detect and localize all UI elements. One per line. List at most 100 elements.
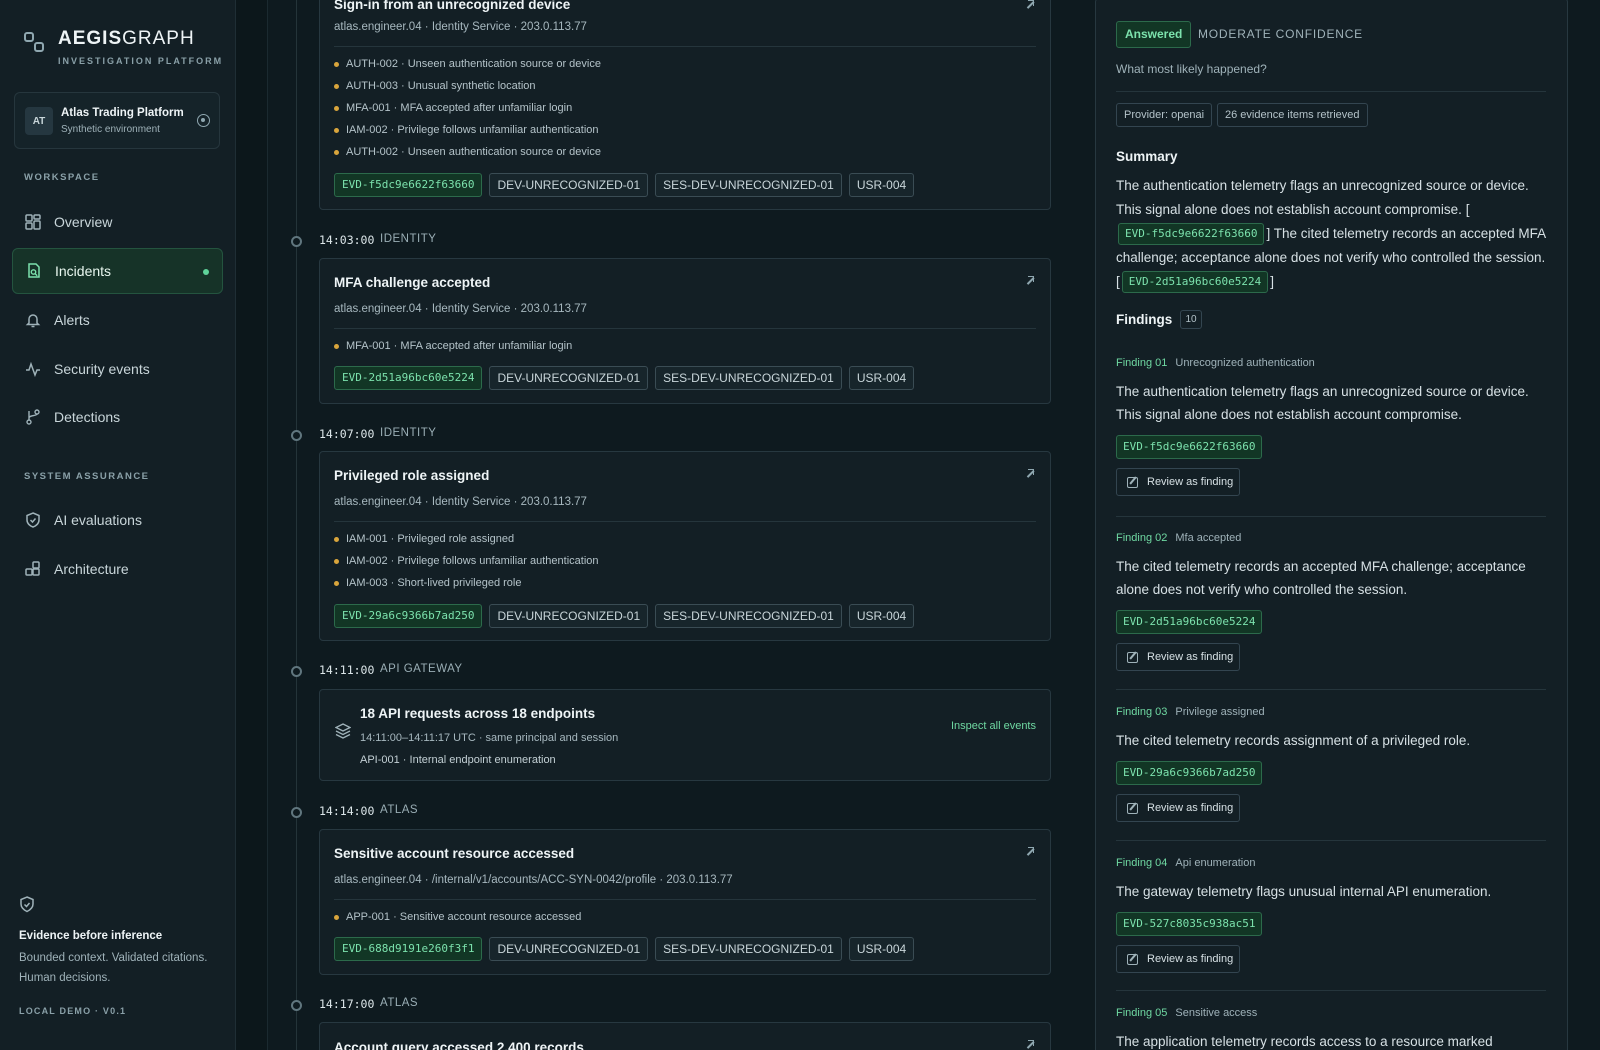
evidence-tag[interactable]: EVD-29a6c9366b7ad250 [1116, 761, 1263, 785]
finding-text: The authentication telemetry flags an un… [1116, 384, 1529, 422]
event-time: 14:14:00 [319, 804, 375, 818]
divider [334, 899, 1036, 900]
edit-icon [1127, 651, 1138, 663]
finding-label: Privilege assigned [1175, 706, 1265, 718]
event-category: ATLAS [380, 804, 419, 816]
entity-tag[interactable]: DEV-UNRECOGNIZED-01 [489, 173, 649, 197]
aggregated-event-card[interactable]: 18 API requests across 18 endpoints 14:1… [319, 689, 1051, 781]
timeline-dot [291, 807, 302, 818]
entity-tag[interactable]: SES-DEV-UNRECOGNIZED-01 [655, 937, 842, 961]
event-category: IDENTITY [380, 427, 437, 439]
entity-tag[interactable]: USR-004 [848, 604, 915, 628]
footer-description: Bounded context. Validated citations. Hu… [19, 952, 208, 984]
org-switcher[interactable]: AT Atlas Trading Platform Synthetic envi… [14, 92, 220, 149]
event-card[interactable]: Sign-in from an unrecognized device atla… [319, 0, 1051, 210]
entity-tag[interactable]: USR-004 [848, 173, 915, 197]
nav-item-architecture[interactable]: Architecture [12, 546, 223, 592]
nav-item-overview[interactable]: Overview [12, 199, 223, 245]
event-rule: API-001 · Internal endpoint enumeration [360, 754, 556, 766]
finding-number: Finding 02 [1116, 532, 1168, 544]
entity-tag[interactable]: USR-004 [848, 366, 915, 390]
event-title: Sensitive account resource accessed [334, 846, 575, 861]
nav-label: Alerts [54, 312, 90, 328]
brand-name: AEGISGRAPH [58, 28, 195, 49]
nav-item-security-events[interactable]: Security events [12, 346, 223, 392]
finding-item: Finding 05 Sensitive access The applicati… [1116, 1007, 1546, 1050]
evidence-tag[interactable]: EVD-527c8035c938ac51 [1116, 912, 1263, 936]
event-card[interactable]: MFA challenge accepted atlas.engineer.04… [319, 258, 1051, 404]
signal-list: APP-001 · Sensitive account resource acc… [334, 906, 581, 928]
review-as-finding-button[interactable]: Review as finding [1116, 794, 1240, 822]
evidence-tag[interactable]: EVD-2d51a96bc60e5224 [334, 366, 483, 390]
entity-tag[interactable]: DEV-UNRECOGNIZED-01 [489, 604, 649, 628]
signal-item: IAM-001 · Privileged role assigned [334, 528, 599, 550]
event-meta: atlas.engineer.04 · /internal/v1/account… [334, 874, 733, 886]
signal-list: MFA-001 · MFA accepted after unfamiliar … [334, 335, 572, 357]
event-time: 14:17:00 [319, 997, 375, 1011]
evidence-tag[interactable]: EVD-f5dc9e6622f63660 [1116, 435, 1263, 459]
finding-label: Sensitive access [1175, 1007, 1258, 1019]
divider [1116, 840, 1546, 841]
provider-chip: Provider: openai [1116, 103, 1213, 127]
review-as-finding-button[interactable]: Review as finding [1116, 643, 1240, 671]
pulse-icon [25, 361, 41, 377]
divider [1116, 516, 1546, 517]
entity-tag[interactable]: SES-DEV-UNRECOGNIZED-01 [655, 366, 842, 390]
event-category: API GATEWAY [380, 663, 463, 675]
open-external-icon[interactable] [1025, 1040, 1034, 1049]
nav-section-workspace: WORKSPACE [24, 172, 100, 183]
brand-subtitle: INVESTIGATION PLATFORM [58, 56, 224, 66]
divider [1116, 91, 1546, 92]
edit-icon [1127, 953, 1138, 965]
evidence-tag[interactable]: EVD-688d9191e260f3f1 [334, 937, 483, 961]
entity-tag[interactable]: DEV-UNRECOGNIZED-01 [489, 366, 649, 390]
finding-number: Finding 01 [1116, 357, 1168, 369]
evidence-count-chip: 26 evidence items retrieved [1217, 103, 1368, 127]
finding-item: Finding 02 Mfa accepted The cited telemet… [1116, 532, 1546, 671]
finding-number: Finding 04 [1116, 857, 1168, 869]
event-category: IDENTITY [380, 233, 437, 245]
brand[interactable]: AEGISGRAPH INVESTIGATION PLATFORM [24, 28, 223, 66]
entity-tag[interactable]: USR-004 [848, 937, 915, 961]
review-as-finding-button[interactable]: Review as finding [1116, 945, 1240, 973]
finding-number: Finding 05 [1116, 1007, 1168, 1019]
divider [334, 328, 1036, 329]
aegisgraph-logo-icon [24, 32, 46, 54]
nav-item-alerts[interactable]: Alerts [12, 297, 223, 343]
signal-item: APP-001 · Sensitive account resource acc… [334, 906, 581, 928]
signal-item: IAM-002 · Privilege follows unfamiliar a… [334, 550, 599, 572]
open-external-icon[interactable] [1025, 469, 1034, 478]
org-environment: Synthetic environment [61, 124, 160, 135]
nav-item-incidents[interactable]: Incidents [12, 248, 223, 294]
finding-text: The cited telemetry records assignment o… [1116, 733, 1471, 748]
event-card[interactable]: Privileged role assigned atlas.engineer.… [319, 451, 1051, 641]
open-external-icon[interactable] [1025, 276, 1034, 285]
entity-tag[interactable]: SES-DEV-UNRECOGNIZED-01 [655, 604, 842, 628]
shield-icon [19, 896, 35, 917]
open-external-icon[interactable] [1025, 0, 1034, 9]
evidence-tag[interactable]: EVD-2d51a96bc60e5224 [1116, 610, 1263, 634]
nav-item-detections[interactable]: Detections [12, 394, 223, 440]
status-badge: Answered [1116, 21, 1192, 48]
switch-org-icon[interactable] [197, 114, 210, 127]
blocks-icon [25, 561, 41, 577]
signal-item: MFA-001 · MFA accepted after unfamiliar … [334, 97, 601, 119]
event-card[interactable]: Sensitive account resource accessed atla… [319, 829, 1051, 975]
timeline-dot [291, 666, 302, 677]
summary-heading: Summary [1116, 149, 1178, 164]
event-card[interactable]: Account query accessed 2,400 records [319, 1022, 1051, 1050]
evidence-tag[interactable]: EVD-29a6c9366b7ad250 [334, 604, 483, 628]
inspect-all-events-link[interactable]: Inspect all events [951, 720, 1036, 732]
entity-tag[interactable]: SES-DEV-UNRECOGNIZED-01 [655, 173, 842, 197]
timeline-dot [291, 1000, 302, 1011]
citation-tag[interactable]: EVD-f5dc9e6622f63660 [1118, 223, 1265, 246]
entity-tag[interactable]: DEV-UNRECOGNIZED-01 [489, 937, 649, 961]
open-external-icon[interactable] [1025, 847, 1034, 856]
evidence-tag[interactable]: EVD-f5dc9e6622f63660 [334, 173, 483, 197]
finding-number: Finding 03 [1116, 706, 1168, 718]
event-title: Account query accessed 2,400 records [334, 1040, 584, 1050]
citation-tag[interactable]: EVD-2d51a96bc60e5224 [1121, 271, 1269, 294]
review-as-finding-button[interactable]: Review as finding [1116, 468, 1240, 496]
nav-item-ai-evaluations[interactable]: AI evaluations [12, 497, 223, 543]
signal-item: AUTH-002 · Unseen authentication source … [334, 141, 601, 163]
